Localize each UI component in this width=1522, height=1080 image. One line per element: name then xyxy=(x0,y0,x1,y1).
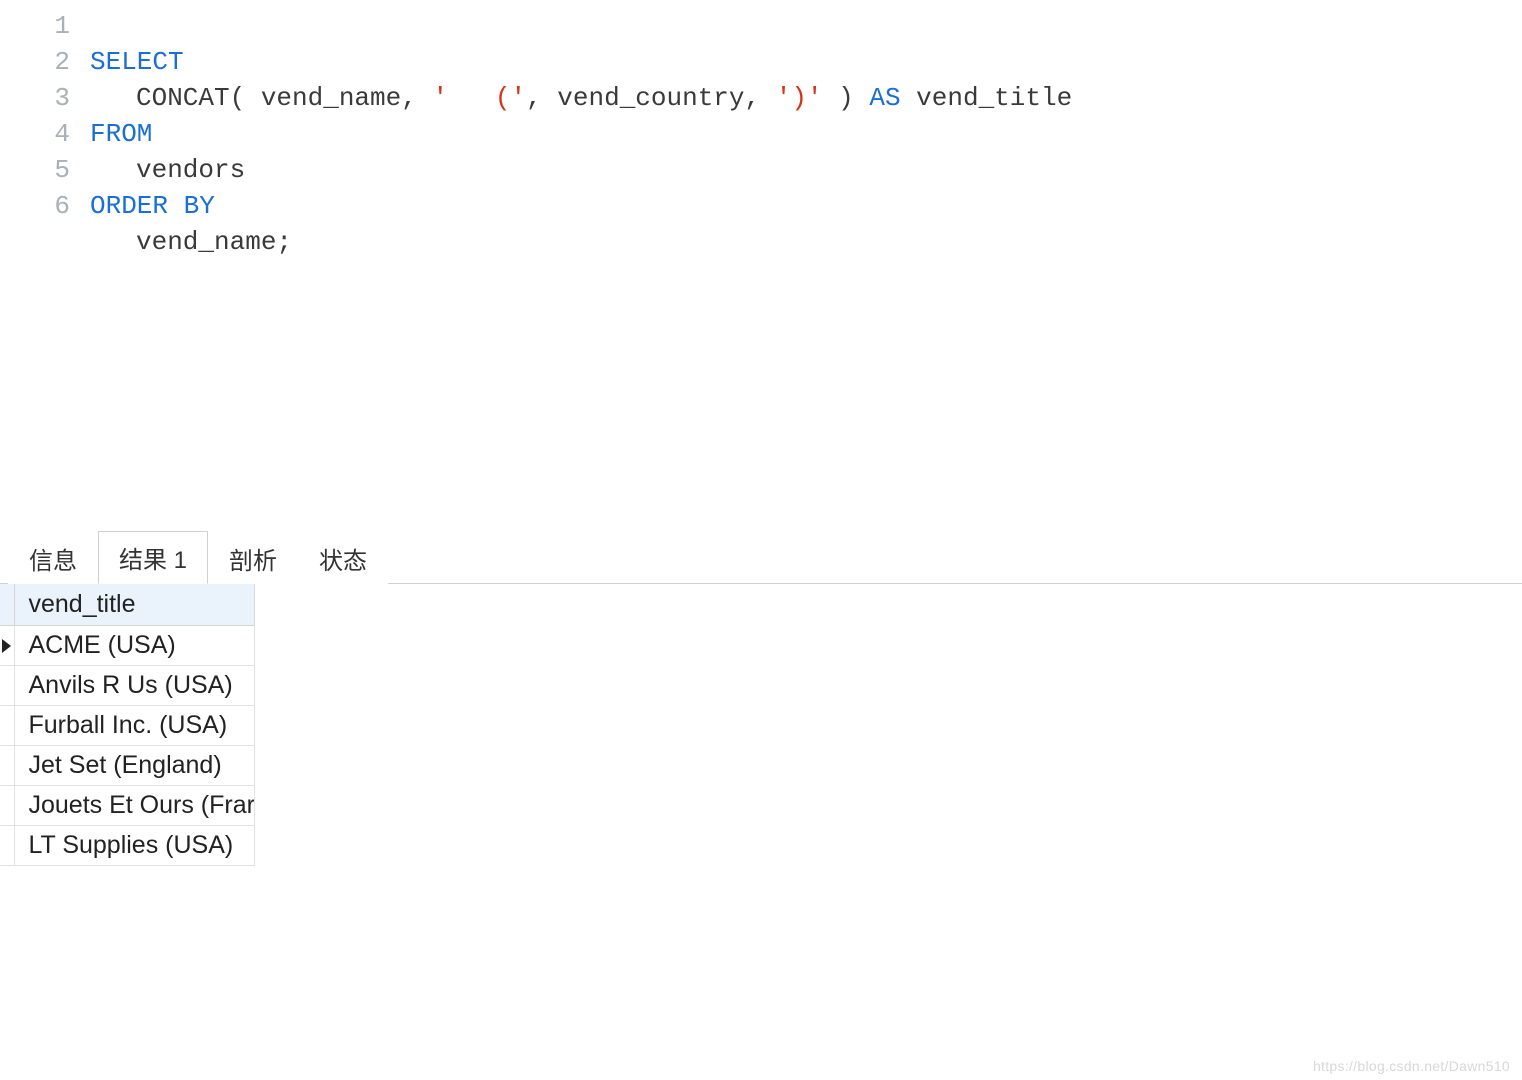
tab-status[interactable]: 状态 xyxy=(298,532,388,584)
line-number: 3 xyxy=(0,80,70,116)
line-number: 1 xyxy=(0,8,70,44)
string-literal: ' (' xyxy=(432,83,526,113)
code-text: vend_title xyxy=(901,83,1073,113)
tab-result[interactable]: 结果 1 xyxy=(98,531,208,584)
keyword-as: AS xyxy=(869,83,900,113)
keyword-orderby: ORDER BY xyxy=(90,191,215,221)
table-row[interactable]: ACME (USA) xyxy=(0,626,254,666)
row-marker-cell xyxy=(0,666,14,706)
table-row[interactable]: LT Supplies (USA) xyxy=(0,826,254,866)
line-number: 4 xyxy=(0,116,70,152)
code-text: CONCAT( vend_name, xyxy=(136,83,432,113)
line-number-gutter: 1 2 3 4 5 6 xyxy=(0,0,90,540)
code-content[interactable]: SELECT CONCAT( vend_name, ' (', vend_cou… xyxy=(90,0,1522,540)
code-text: ) xyxy=(823,83,870,113)
line-number: 6 xyxy=(0,188,70,224)
column-header[interactable]: vend_title xyxy=(14,584,254,626)
code-text: , vend_country, xyxy=(526,83,776,113)
line-number: 5 xyxy=(0,152,70,188)
table-row[interactable]: Anvils R Us (USA) xyxy=(0,666,254,706)
code-text: vend_name; xyxy=(136,227,292,257)
results-table[interactable]: vend_title ACME (USA) Anvils R Us (USA) … xyxy=(0,584,255,866)
row-marker-cell xyxy=(0,786,14,826)
table-row[interactable]: Furball Inc. (USA) xyxy=(0,706,254,746)
current-row-icon xyxy=(2,639,11,653)
string-literal: ')' xyxy=(776,83,823,113)
result-tabs: 信息 结果 1 剖析 状态 xyxy=(0,540,1522,584)
row-marker-cell xyxy=(0,706,14,746)
cell-value[interactable]: Jouets Et Ours (Frar xyxy=(14,786,254,826)
keyword-select: SELECT xyxy=(90,47,184,77)
line-number: 2 xyxy=(0,44,70,80)
row-marker-cell xyxy=(0,626,14,666)
table-row[interactable]: Jet Set (England) xyxy=(0,746,254,786)
results-panel: vend_title ACME (USA) Anvils R Us (USA) … xyxy=(0,584,1522,866)
tab-analysis[interactable]: 剖析 xyxy=(208,532,298,584)
code-text: vendors xyxy=(136,155,245,185)
cell-value[interactable]: ACME (USA) xyxy=(14,626,254,666)
cell-value[interactable]: Jet Set (England) xyxy=(14,746,254,786)
table-row[interactable]: Jouets Et Ours (Frar xyxy=(0,786,254,826)
row-marker-cell xyxy=(0,746,14,786)
cell-value[interactable]: Anvils R Us (USA) xyxy=(14,666,254,706)
cell-value[interactable]: LT Supplies (USA) xyxy=(14,826,254,866)
keyword-from: FROM xyxy=(90,119,152,149)
watermark-text: https://blog.csdn.net/Dawn510 xyxy=(1313,1058,1510,1074)
sql-editor[interactable]: 1 2 3 4 5 6 SELECT CONCAT( vend_name, ' … xyxy=(0,0,1522,540)
row-marker-header xyxy=(0,584,14,626)
tab-info[interactable]: 信息 xyxy=(8,532,98,584)
cell-value[interactable]: Furball Inc. (USA) xyxy=(14,706,254,746)
row-marker-cell xyxy=(0,826,14,866)
